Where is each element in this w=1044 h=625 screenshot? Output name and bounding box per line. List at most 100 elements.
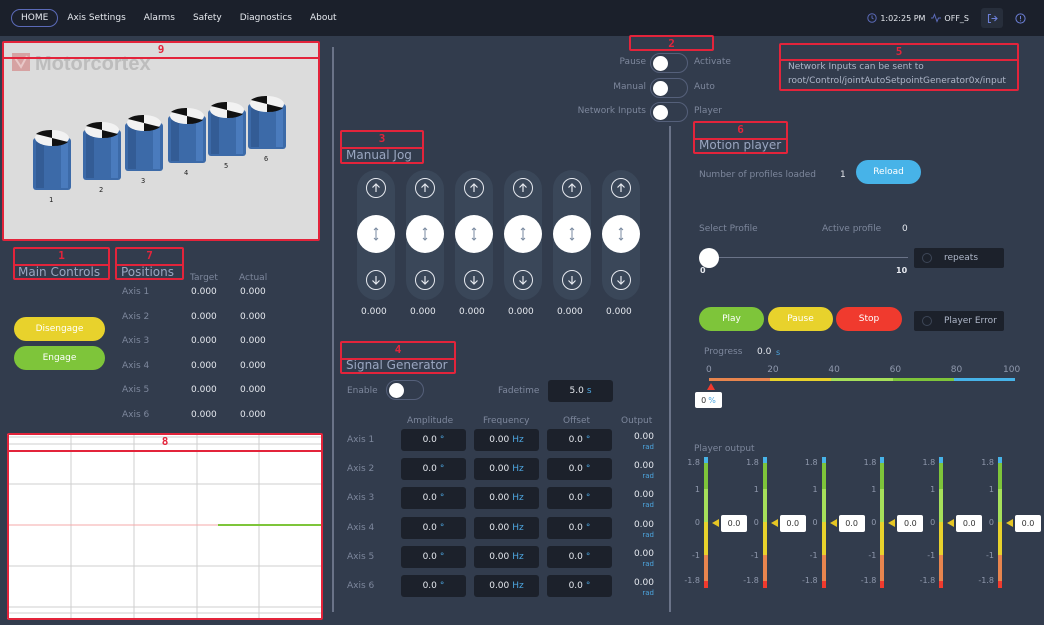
meter-pointer-icon (888, 519, 896, 527)
output-value: 0.00 (633, 578, 654, 588)
annotation-box-8: 8 (7, 433, 323, 620)
position-actual-value: 0.000 (240, 385, 266, 395)
tab-axis-settings[interactable]: Axis Settings (58, 9, 134, 27)
frequency-value: 0.00 (489, 522, 510, 533)
frequency-input[interactable]: 0.00 Hz (474, 575, 539, 597)
tab-about[interactable]: About (301, 9, 346, 27)
meter-tick-label: 0 (988, 518, 994, 527)
amplitude-input[interactable]: 0.0 ° (401, 516, 466, 539)
profile-slider-track[interactable] (709, 257, 908, 258)
jog-value: 0.000 (508, 307, 534, 317)
meter-segment (998, 581, 1002, 588)
meter-segment (939, 463, 944, 489)
amplitude-unit: ° (439, 581, 445, 591)
annotation-box-2: 2 (629, 35, 714, 51)
mode-toggle[interactable] (650, 102, 688, 122)
offset-input[interactable]: 0.0 ° (547, 545, 612, 568)
tab-diagnostics[interactable]: Diagnostics (231, 9, 301, 27)
meter-segment (821, 463, 826, 489)
tab-alarms[interactable]: Alarms (135, 9, 184, 27)
jog-down-button[interactable] (464, 270, 484, 290)
jog-up-button[interactable] (513, 178, 533, 198)
jog-slider-handle[interactable] (504, 215, 542, 253)
position-axis-label: Axis 1 (122, 287, 150, 297)
offset-input[interactable]: 0.0 ° (547, 575, 612, 597)
jog-down-button[interactable] (415, 270, 435, 290)
amplitude-unit: ° (439, 464, 445, 475)
player-output-label: Player output (694, 444, 755, 454)
disengage-button[interactable]: Disengage (14, 317, 105, 341)
meter-segment (821, 489, 826, 522)
frequency-unit: Hz (512, 464, 524, 475)
annotation-label: 1 (58, 249, 65, 262)
jog-slider-handle[interactable] (357, 215, 395, 253)
mode-toggle[interactable] (650, 77, 688, 98)
amplitude-input[interactable]: 0.0 ° (401, 575, 466, 597)
offset-input[interactable]: 0.0 ° (547, 487, 612, 510)
progress-segment (892, 378, 954, 381)
jog-slider-handle[interactable] (406, 215, 444, 253)
tab-safety[interactable]: Safety (184, 9, 231, 27)
offset-input[interactable]: 0.0 ° (547, 429, 612, 451)
tab-home[interactable]: HOME (11, 9, 59, 27)
arrow-down-icon (519, 276, 527, 285)
offset-input[interactable]: 0.0 ° (547, 458, 612, 481)
jog-down-button[interactable] (366, 270, 386, 290)
info-icon (1015, 12, 1026, 24)
jog-axis-control (406, 170, 444, 300)
progress-tick-label: 60 (889, 365, 902, 375)
logout-button[interactable] (981, 8, 1003, 28)
signal-enable-toggle[interactable] (386, 380, 424, 400)
jog-slider-handle[interactable] (455, 215, 493, 253)
jog-up-button[interactable] (415, 178, 435, 198)
meter-tick-label: 1.8 (687, 458, 700, 467)
jog-down-button[interactable] (611, 270, 631, 290)
jog-value: 0.000 (361, 307, 387, 317)
progress-marker-icon[interactable] (707, 383, 715, 390)
frequency-input[interactable]: 0.00 Hz (474, 516, 539, 539)
repeats-indicator[interactable]: repeats (914, 248, 1004, 268)
meter-tick-label: 0 (753, 518, 759, 527)
fadetime-input[interactable]: 5.0 s (548, 380, 613, 402)
amplitude-input[interactable]: 0.0 ° (401, 458, 466, 481)
jog-slider-handle[interactable] (602, 215, 640, 253)
jog-down-button[interactable] (513, 270, 533, 290)
stop-button[interactable]: Stop (836, 307, 902, 331)
progress-tick-label: 20 (767, 365, 779, 375)
progress-percent-unit: % (708, 395, 716, 405)
fadetime-unit: s (586, 386, 592, 396)
engage-button[interactable]: Engage (14, 346, 105, 370)
meter-tick-label: 1.8 (863, 458, 877, 467)
frequency-input[interactable]: 0.00 Hz (474, 429, 539, 451)
amplitude-input[interactable]: 0.0 ° (401, 429, 466, 451)
frequency-input[interactable]: 0.00 Hz (474, 458, 539, 481)
reload-button[interactable]: Reload (856, 160, 921, 184)
position-target-value: 0.000 (191, 360, 217, 371)
meter-segment (880, 555, 885, 581)
frequency-input[interactable]: 0.00 Hz (474, 545, 539, 568)
play-button[interactable]: Play (699, 307, 764, 331)
jog-up-button[interactable] (611, 178, 631, 198)
amplitude-value: 0.0 (422, 522, 437, 533)
jog-down-button[interactable] (562, 270, 582, 290)
amplitude-input[interactable]: 0.0 ° (401, 545, 466, 568)
info-button[interactable] (1015, 12, 1026, 24)
output-unit: rad (642, 530, 654, 539)
column-divider-right (669, 126, 671, 612)
offset-value: 0.0 (568, 551, 583, 562)
amplitude-input[interactable]: 0.0 ° (401, 487, 466, 510)
arrow-down-icon (617, 276, 625, 285)
jog-up-button[interactable] (366, 178, 386, 198)
mode-toggle[interactable] (650, 53, 688, 73)
pause-button[interactable]: Pause (768, 307, 833, 331)
offset-input[interactable]: 0.0 ° (547, 516, 612, 539)
switch-right-label: Auto (694, 81, 715, 92)
jog-up-button[interactable] (562, 178, 582, 198)
frequency-input[interactable]: 0.00 Hz (474, 487, 539, 510)
positions-header-target: Target (190, 273, 218, 283)
profile-slider-handle[interactable] (699, 248, 719, 268)
active-profile-value: 0 (902, 224, 908, 234)
state-text: OFF_S (944, 13, 969, 23)
jog-up-button[interactable] (464, 178, 484, 198)
jog-slider-handle[interactable] (553, 215, 591, 253)
